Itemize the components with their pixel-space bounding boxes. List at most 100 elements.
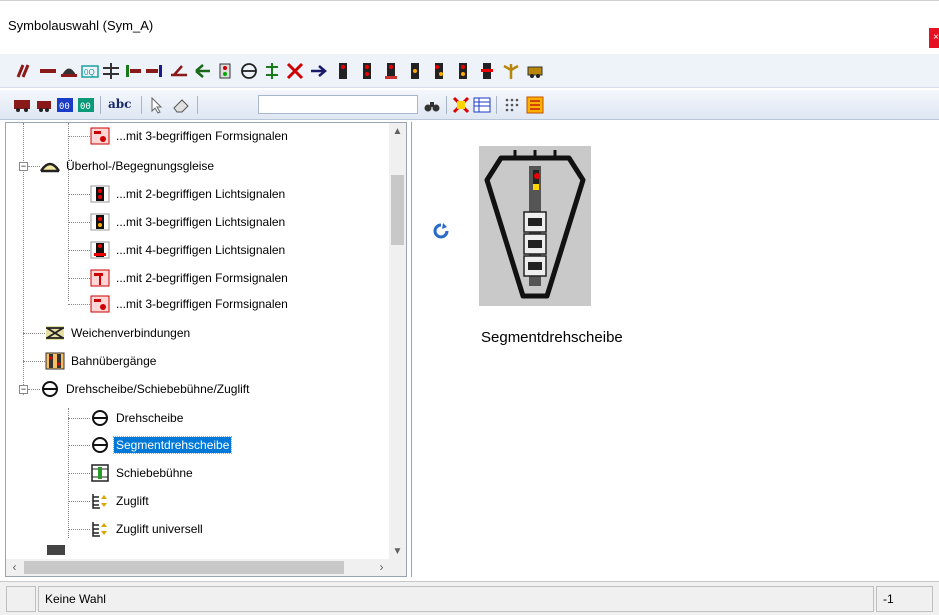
symbol-toolbar: 0Q (0, 54, 939, 88)
tree-item[interactable]: Schiebebühne (90, 460, 195, 486)
form-signal-2-icon (90, 269, 110, 287)
segment-turntable-symbol[interactable] (479, 146, 591, 306)
station-icon[interactable]: 0Q (81, 62, 99, 80)
binoculars-icon[interactable] (423, 96, 441, 114)
tree-expander[interactable]: − (19, 162, 28, 171)
status-bar: Keine Wahl -1 (0, 581, 939, 615)
track-end-icon[interactable] (145, 62, 163, 80)
symbol-tree[interactable]: − − ...mit 3-begriffigen Formsignalen Üb… (5, 122, 407, 577)
rotate-icon[interactable] (433, 223, 449, 239)
turntable-icon (92, 410, 108, 426)
tree-item-label: ...mit 2-begriffigen Lichtsignalen (116, 187, 286, 201)
tree-item-label: ...mit 3-begriffigen Formsignalen (116, 297, 288, 311)
tree-line (68, 222, 90, 223)
search-input[interactable] (258, 95, 418, 114)
pointer-icon[interactable] (148, 96, 166, 114)
edit-toolbar: 00 00 abc (0, 90, 939, 120)
junction-icon[interactable] (263, 62, 281, 80)
tree-horizontal-scrollbar[interactable]: ‹ › (6, 559, 390, 576)
light-signal-4-icon (90, 241, 110, 259)
turntable-icon (92, 437, 108, 453)
tree-item[interactable]: ...mit 3-begriffigen Formsignalen (90, 123, 290, 149)
switch-right-icon[interactable] (193, 62, 211, 80)
tree-item-label: Drehscheibe (116, 411, 184, 425)
close-button[interactable]: × (929, 28, 939, 48)
window-title: Symbolauswahl (Sym_A) (8, 18, 154, 33)
wagon-icon[interactable] (35, 96, 53, 114)
eraser-icon[interactable] (172, 96, 190, 114)
toolbar-separator (100, 96, 101, 114)
form-signal-3-icon (90, 127, 110, 145)
tree-item[interactable]: ...mit 3-begriffigen Lichtsignalen (90, 209, 287, 235)
tree-item[interactable]: ...mit 2-begriffigen Lichtsignalen (90, 181, 287, 207)
tree-expander[interactable]: − (19, 385, 28, 394)
tree-line (68, 501, 90, 502)
scroll-left-icon[interactable]: ‹ (6, 559, 23, 576)
tree-vertical-scrollbar[interactable]: ▲ ▼ (389, 123, 406, 560)
text-tool-button[interactable]: abc (108, 97, 131, 111)
mark-red-icon[interactable] (452, 96, 470, 114)
tree-item[interactable]: Überhol-/Begegnungsgleise (40, 153, 216, 179)
light-signal-3-icon[interactable] (382, 62, 400, 80)
tree-line (28, 166, 40, 167)
tunnel-icon[interactable] (60, 62, 78, 80)
distant-signal-icon[interactable] (430, 62, 448, 80)
scroll-up-icon[interactable]: ▲ (389, 123, 406, 140)
tree-item[interactable]: Drehscheibe (90, 405, 185, 431)
locomotive-icon[interactable] (526, 62, 544, 80)
scroll-right-icon[interactable]: › (373, 559, 390, 576)
grid-dots-icon[interactable] (503, 96, 521, 114)
table-icon[interactable] (473, 96, 491, 114)
tree-item[interactable]: Weichenverbindungen (45, 320, 192, 346)
tree-item-label: Drehscheibe/Schiebebühne/Zuglift (66, 382, 250, 396)
tree-line (23, 333, 45, 334)
straight-track-icon[interactable] (39, 62, 57, 80)
title-bar: Symbolauswahl (Sym_A) × (0, 0, 939, 50)
scroll-down-icon[interactable]: ▼ (389, 543, 406, 560)
crossing-icon[interactable] (102, 62, 120, 80)
turntable-icon (42, 381, 58, 397)
tree-item[interactable]: Drehscheibe/Schiebebühne/Zuglift (40, 376, 251, 402)
train-icon[interactable] (13, 96, 31, 114)
turntable-toolbar-icon[interactable] (240, 62, 258, 80)
tree-item[interactable]: ...mit 2-begriffigen Formsignalen (90, 265, 290, 291)
segment-turntable-graphic (484, 150, 586, 299)
tree-line (68, 278, 90, 279)
light-signal-2-icon (90, 185, 110, 203)
tree-line (68, 529, 90, 530)
tree-item[interactable]: ...mit 3-begriffigen Formsignalen (90, 291, 290, 317)
light-signal-2-icon[interactable] (358, 62, 376, 80)
tree-item-label: ...mit 3-begriffigen Formsignalen (116, 129, 288, 143)
tree-item[interactable]: Zuglift universell (90, 516, 205, 542)
tree-item[interactable]: Bahnübergänge (45, 348, 158, 374)
tree-item[interactable]: Zuglift (90, 488, 151, 514)
tree-item-label: Überhol-/Begegnungsgleise (66, 159, 215, 173)
combined-signal-icon[interactable] (454, 62, 472, 80)
tree-item-label: Schiebebühne (116, 466, 193, 480)
parallel-track-icon[interactable] (15, 62, 33, 80)
delete-track-icon[interactable] (286, 62, 304, 80)
scroll-thumb[interactable] (24, 561, 344, 574)
block-signal-icon[interactable] (478, 62, 496, 80)
buffer-stop-icon[interactable] (124, 62, 142, 80)
form-signal-icon[interactable] (502, 62, 520, 80)
tree-item-label: Zuglift universell (116, 522, 203, 536)
tree-item-label: Bahnübergänge (71, 354, 157, 368)
counter-green-icon[interactable]: 00 (77, 96, 95, 114)
arrow-right-icon[interactable] (310, 62, 328, 80)
counter-blue-icon[interactable]: 00 (56, 96, 74, 114)
toolbar-separator (197, 96, 198, 114)
toolbar-separator (446, 96, 447, 114)
tree-item-label: ...mit 3-begriffigen Lichtsignalen (116, 215, 286, 229)
tree-item[interactable]: ...mit 4-begriffigen Lichtsignalen (90, 237, 287, 263)
status-cell-empty (6, 586, 36, 612)
switch-left-icon[interactable] (170, 62, 188, 80)
tree-item-label: Zuglift (116, 494, 149, 508)
scroll-thumb[interactable] (391, 175, 404, 245)
tree-item-selected[interactable]: Segmentdrehscheibe (90, 432, 233, 458)
signal-block-icon[interactable] (216, 62, 234, 80)
tree-line (68, 473, 90, 474)
shunting-signal-icon[interactable] (406, 62, 424, 80)
light-signal-icon[interactable] (334, 62, 352, 80)
list-icon[interactable] (526, 96, 544, 114)
